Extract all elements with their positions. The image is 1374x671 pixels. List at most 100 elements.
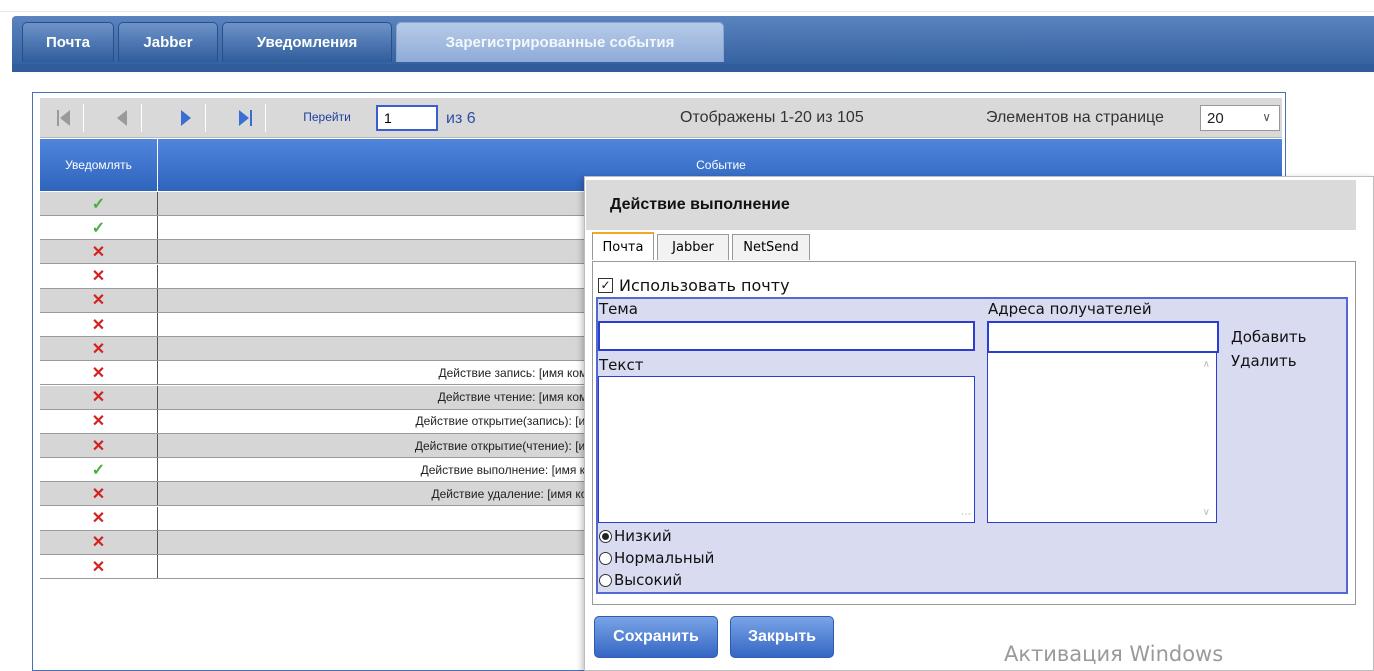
event-cell <box>158 531 600 554</box>
event-cell <box>158 216 600 239</box>
priority-low-label: Низкий <box>614 527 672 545</box>
prev-page-button[interactable] <box>102 104 142 132</box>
event-cell: Действие чтение: [имя компь <box>437 390 600 405</box>
display-info: Отображены 1-20 из 105 <box>680 109 864 126</box>
per-page-label: Элементов на странице <box>986 109 1164 126</box>
cross-icon[interactable]: ✕ <box>40 385 158 409</box>
add-recipient-link[interactable]: Добавить <box>1231 328 1307 346</box>
dialog-tab-jabber[interactable]: Jabber <box>657 234 729 260</box>
table-row[interactable]: ✓ <box>40 216 600 241</box>
event-cell <box>158 313 600 336</box>
table-row[interactable]: ✕ <box>40 240 600 265</box>
close-button[interactable]: Закрыть <box>730 616 834 658</box>
event-cell: Действие выполнение: [имя ком <box>420 462 600 477</box>
checkbox-checked-icon[interactable]: ✓ <box>598 278 613 293</box>
cross-icon[interactable]: ✕ <box>40 337 158 361</box>
table-row[interactable]: ✕ Действие запись: [имя компь <box>40 361 600 386</box>
event-cell <box>158 337 600 360</box>
top-strip <box>0 0 1374 12</box>
radio-icon[interactable] <box>599 551 612 565</box>
table-row[interactable]: ✕ <box>40 555 600 579</box>
priority-high-radio[interactable]: Высокий <box>599 571 682 589</box>
event-cell <box>158 555 600 578</box>
priority-low-radio[interactable]: Низкий <box>599 527 672 545</box>
tab-bar-baseline <box>12 64 1374 72</box>
resize-handle-icon[interactable]: ⋯ <box>961 509 971 520</box>
cross-icon[interactable]: ✕ <box>40 530 158 554</box>
prev-page-icon <box>116 110 127 126</box>
event-cell: Действие открытие(чтение): [имя <box>414 438 600 453</box>
cross-icon[interactable]: ✕ <box>40 409 158 433</box>
subject-label: Тема <box>599 300 638 318</box>
last-page-button[interactable] <box>226 104 266 132</box>
checkmark-icon[interactable]: ✓ <box>40 216 158 240</box>
checkmark-icon[interactable]: ✓ <box>40 458 158 482</box>
table-row[interactable]: ✕ Действие открытие(запись): [имя <box>40 409 601 434</box>
event-cell: Действие открытие(запись): [имя <box>415 414 601 429</box>
table-row[interactable]: ✓ Действие выполнение: [имя ком <box>40 458 600 483</box>
priority-normal-label: Нормальный <box>614 549 715 567</box>
per-page-select[interactable]: 20 ∨ <box>1200 105 1280 131</box>
checkmark-icon[interactable]: ✓ <box>40 192 158 215</box>
cross-icon[interactable]: ✕ <box>40 240 158 264</box>
recipients-list[interactable]: ∧ ∨ <box>987 352 1217 523</box>
event-cell <box>158 192 600 215</box>
cross-icon[interactable]: ✕ <box>40 288 158 312</box>
event-cell <box>158 507 600 530</box>
event-cell: Действие удаление: [имя комг <box>431 486 600 501</box>
cross-icon[interactable]: ✕ <box>40 482 158 506</box>
table-row[interactable]: ✕ <box>40 288 600 313</box>
table-row[interactable]: ✕ Действие открытие(чтение): [имя <box>40 434 600 458</box>
remove-recipient-link[interactable]: Удалить <box>1231 352 1297 370</box>
event-cell <box>158 289 600 312</box>
recipient-input[interactable] <box>987 321 1219 353</box>
tab-mail[interactable]: Почта <box>22 22 114 62</box>
column-header-notify[interactable]: Уведомлять <box>40 139 158 191</box>
cross-icon[interactable]: ✕ <box>40 555 158 578</box>
radio-icon[interactable] <box>599 573 612 587</box>
scroll-down-icon[interactable]: ∨ <box>1203 507 1210 518</box>
cross-icon[interactable]: ✕ <box>40 434 158 457</box>
table-row[interactable]: ✕ Действие чтение: [имя компь <box>40 385 600 410</box>
text-textarea[interactable]: ⋯ <box>598 376 975 523</box>
cross-icon[interactable]: ✕ <box>40 361 158 385</box>
subject-input[interactable] <box>598 321 975 351</box>
save-button[interactable]: Сохранить <box>594 616 718 658</box>
first-page-button[interactable] <box>44 104 84 132</box>
use-mail-checkbox[interactable]: ✓ Использовать почту <box>598 276 790 295</box>
tab-notifications[interactable]: Уведомления <box>222 22 392 62</box>
table-row[interactable]: ✓ <box>40 192 600 216</box>
first-page-icon <box>56 110 70 126</box>
page-number-input[interactable] <box>376 105 438 131</box>
next-page-icon <box>180 110 191 126</box>
table-row[interactable]: ✕ <box>40 530 600 555</box>
priority-normal-radio[interactable]: Нормальный <box>599 549 714 567</box>
event-cell <box>158 265 600 288</box>
next-page-button[interactable] <box>166 104 206 132</box>
dialog-title: Действие выполнение <box>586 180 1356 230</box>
event-cell <box>158 240 600 263</box>
table-row[interactable]: ✕ Действие удаление: [имя комг <box>40 482 600 507</box>
dialog-tab-mail[interactable]: Почта <box>592 232 654 260</box>
use-mail-label: Использовать почту <box>619 276 790 295</box>
tab-jabber[interactable]: Jabber <box>118 22 218 62</box>
table-row[interactable]: ✕ <box>40 506 600 531</box>
app-root: Почта Jabber Уведомления Зарегистрирован… <box>0 0 1374 671</box>
last-page-icon <box>238 110 252 126</box>
text-label: Текст <box>599 356 644 374</box>
go-button[interactable]: Перейти <box>285 104 369 130</box>
table-row[interactable]: ✕ <box>40 313 600 337</box>
cross-icon[interactable]: ✕ <box>40 264 158 288</box>
dialog-tab-netsend[interactable]: NetSend <box>732 234 810 260</box>
table-row[interactable]: ✕ <box>40 264 600 289</box>
windows-activation-watermark: Активация Windows <box>1004 642 1224 666</box>
cross-icon[interactable]: ✕ <box>40 313 158 336</box>
cross-icon[interactable]: ✕ <box>40 506 158 530</box>
priority-high-label: Высокий <box>614 571 683 589</box>
recipients-label: Адреса получателей <box>988 300 1152 318</box>
table-row[interactable]: ✕ <box>40 337 600 362</box>
radio-selected-icon[interactable] <box>599 529 612 543</box>
tab-registered-events[interactable]: Зарегистрированные события <box>396 22 724 62</box>
scroll-up-icon[interactable]: ∧ <box>1203 359 1210 370</box>
event-cell: Действие запись: [имя компь <box>438 365 600 380</box>
